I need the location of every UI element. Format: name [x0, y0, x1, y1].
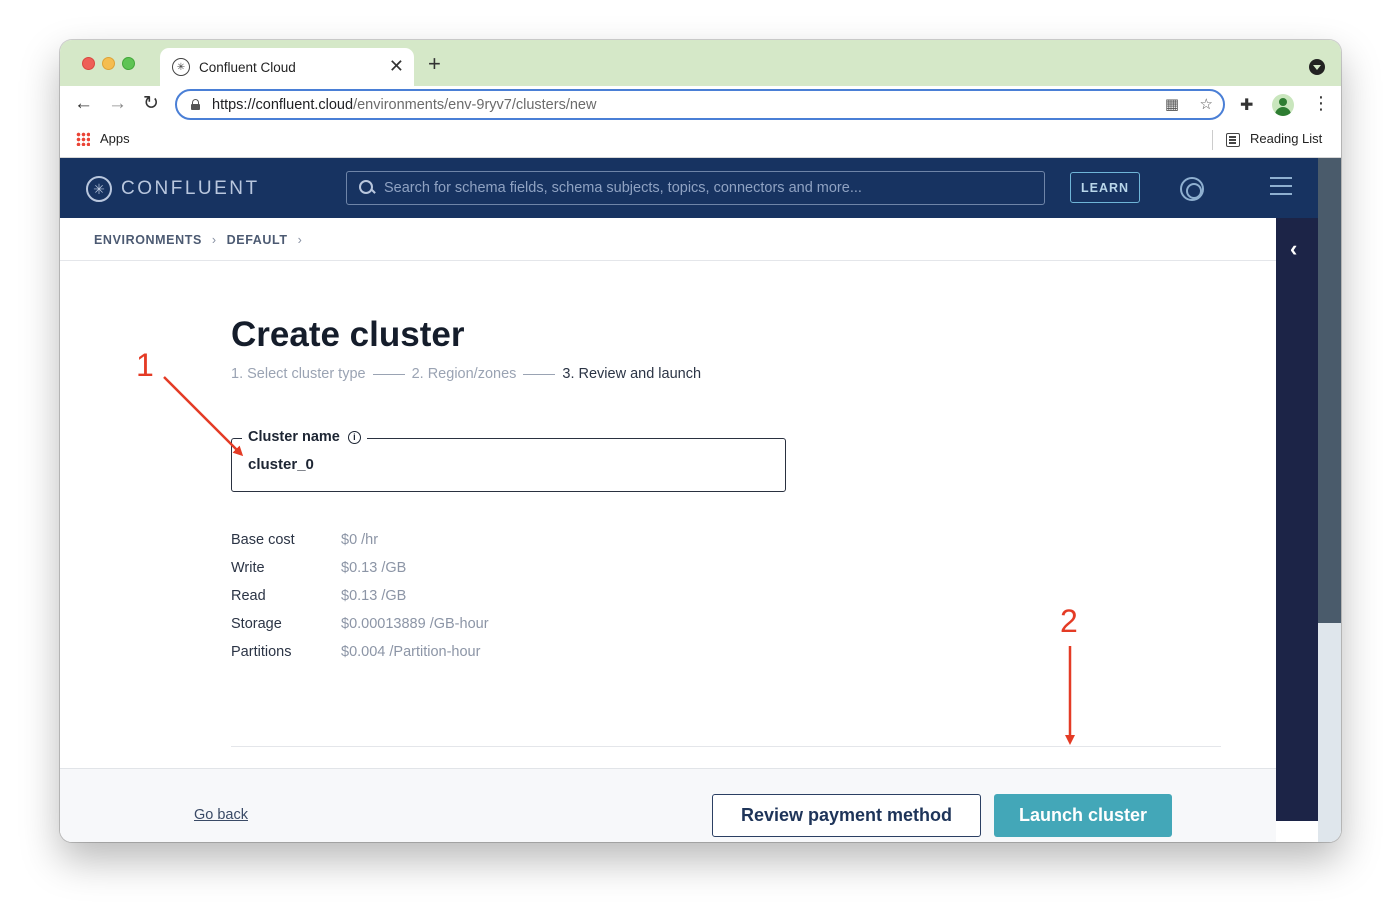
- page-title: Create cluster: [231, 315, 465, 354]
- breadcrumb: ENVIRONMENTS › DEFAULT ›: [94, 233, 302, 247]
- minimize-window-button[interactable]: [102, 57, 115, 70]
- chevron-left-icon[interactable]: ‹: [1290, 236, 1297, 262]
- apps-grid-icon[interactable]: [76, 132, 90, 146]
- close-tab-icon[interactable]: ✕: [389, 56, 404, 76]
- cost-row: Base cost $0 /hr: [231, 532, 379, 548]
- cost-row: Storage $0.00013889 /GB-hour: [231, 616, 489, 632]
- chevron-right-icon: ›: [297, 233, 303, 247]
- cluster-name-input[interactable]: cluster_0: [248, 456, 314, 473]
- tab-strip: ✳ Confluent Cloud ✕ +: [60, 40, 1341, 86]
- tab-title: Confluent Cloud: [199, 59, 296, 75]
- tab-search-icon[interactable]: [1309, 59, 1325, 75]
- confluent-app: ✳ CONFLUENT Search for schema fields, sc…: [60, 158, 1341, 842]
- reading-list-icon[interactable]: [1226, 133, 1240, 147]
- search-icon: [359, 180, 375, 196]
- side-panel-rail: ‹: [1276, 218, 1318, 821]
- maximize-window-button[interactable]: [122, 57, 135, 70]
- lock-icon[interactable]: [191, 99, 200, 110]
- breadcrumb-default[interactable]: DEFAULT: [227, 233, 288, 247]
- chevron-right-icon: ›: [211, 233, 217, 247]
- cost-row: Partitions $0.004 /Partition-hour: [231, 644, 481, 660]
- annotation-marker-1: 1: [136, 347, 154, 383]
- profile-icon[interactable]: [1272, 94, 1294, 116]
- cost-row: Write $0.13 /GB: [231, 560, 407, 576]
- cluster-name-field[interactable]: Cluster name i cluster_0: [231, 429, 786, 492]
- app-header: ✳ CONFLUENT Search for schema fields, sc…: [60, 158, 1318, 218]
- reload-icon[interactable]: ↻: [143, 92, 159, 116]
- reading-list-button[interactable]: Reading List: [1250, 131, 1322, 146]
- bookmarks-divider: [1212, 130, 1213, 150]
- star-icon[interactable]: ☆: [1200, 95, 1213, 113]
- cluster-name-label: Cluster name i: [242, 429, 367, 445]
- confluent-favicon-icon: ✳: [172, 58, 190, 76]
- confluent-logo-icon[interactable]: ✳: [86, 176, 112, 202]
- lifebuoy-help-icon[interactable]: [1180, 177, 1204, 201]
- breadcrumb-environments[interactable]: ENVIRONMENTS: [94, 233, 202, 247]
- step-region-zones: 2. Region/zones: [411, 366, 517, 382]
- scrollbar-thumb[interactable]: [1318, 158, 1341, 623]
- confluent-logo-text[interactable]: CONFLUENT: [121, 178, 260, 200]
- close-window-button[interactable]: [82, 57, 95, 70]
- extensions-icon[interactable]: ✚: [1240, 95, 1253, 115]
- hamburger-menu-icon[interactable]: [1270, 177, 1292, 195]
- step-connector: [523, 373, 556, 375]
- cost-row: Read $0.13 /GB: [231, 588, 407, 604]
- step-select-cluster-type: 1. Select cluster type: [231, 366, 366, 382]
- back-arrow-icon[interactable]: ←: [74, 92, 93, 116]
- wizard-footer: Go back Review payment method Launch clu…: [60, 768, 1276, 842]
- address-bar[interactable]: https://confluent.cloud/environments/env…: [175, 89, 1225, 120]
- content-divider: [231, 746, 1221, 747]
- browser-toolbar: ← → ↻ https://confluent.cloud/environmen…: [60, 86, 1341, 124]
- wizard-steps: 1. Select cluster type 2. Region/zones 3…: [231, 366, 701, 382]
- review-payment-button[interactable]: Review payment method: [712, 794, 981, 837]
- browser-window: ✳ Confluent Cloud ✕ + ← → ↻ https://conf…: [60, 40, 1341, 842]
- search-placeholder: Search for schema fields, schema subject…: [384, 180, 862, 196]
- breadcrumb-divider: [60, 260, 1276, 261]
- go-back-link[interactable]: Go back: [194, 807, 248, 823]
- annotation-marker-2: 2: [1060, 603, 1078, 639]
- new-tab-icon[interactable]: +: [428, 53, 441, 75]
- learn-button[interactable]: LEARN: [1070, 172, 1140, 203]
- bookmarks-bar: Apps Reading List: [60, 124, 1341, 158]
- launch-cluster-button[interactable]: Launch cluster: [994, 794, 1172, 837]
- browser-tab[interactable]: ✳ Confluent Cloud ✕: [160, 48, 414, 86]
- url-text: https://confluent.cloud/environments/env…: [212, 96, 597, 113]
- qr-icon[interactable]: ▦: [1165, 95, 1179, 113]
- more-icon[interactable]: ⋮: [1312, 93, 1330, 114]
- step-connector: [372, 373, 405, 375]
- step-review-launch: 3. Review and launch: [562, 366, 702, 382]
- global-search-input[interactable]: Search for schema fields, schema subject…: [346, 171, 1045, 205]
- apps-bookmark[interactable]: Apps: [100, 131, 130, 146]
- cost-table: Base cost $0 /hr Write $0.13 /GB Read $0.13…: [231, 530, 489, 670]
- info-icon[interactable]: i: [347, 430, 361, 444]
- forward-arrow-icon[interactable]: →: [108, 92, 127, 116]
